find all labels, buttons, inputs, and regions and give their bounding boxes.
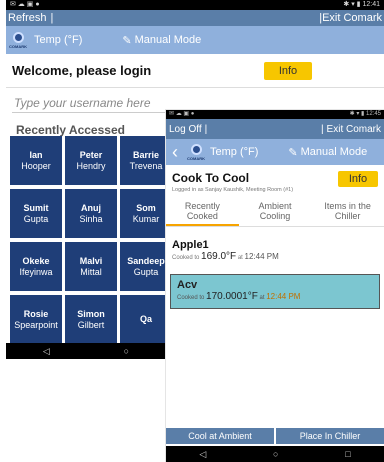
- welcome-title: Welcome, please login: [12, 63, 152, 78]
- place-in-chiller-button[interactable]: Place In Chiller: [276, 428, 384, 444]
- tab-items-in-chiller[interactable]: Items in the Chiller: [311, 199, 384, 226]
- android-nav-bar: ◁ ○: [6, 343, 166, 359]
- android-nav-bar: ◁ ○ □: [166, 446, 384, 462]
- mode-bar: ‹ COMARK Temp (°F) ✎ Manual Mode: [166, 139, 384, 165]
- tab-bar: Recently Cooked Ambient Cooling Items in t…: [166, 199, 384, 227]
- item-name: Apple1: [172, 239, 209, 251]
- user-tile[interactable]: Som Kumar: [120, 189, 172, 238]
- page-title: Cook To Cool: [172, 171, 250, 185]
- cook-to-cool-header: Cook To Cool Logged in as Sanjay Kaushik…: [166, 165, 384, 193]
- list-item-selected[interactable]: Acv Cooked to 170.0001°F at 12:44 PM: [170, 274, 380, 309]
- action-bar: Log Off | | Exit Comark: [166, 119, 384, 139]
- nav-recent-icon[interactable]: □: [345, 449, 350, 459]
- welcome-row: Welcome, please login Info: [6, 54, 384, 88]
- recent-users-grid: Ian Hooper Peter Hendry Barrie Trevena Sumi…: [10, 136, 172, 344]
- log-off-button[interactable]: Log Off: [169, 124, 202, 135]
- pencil-icon: ✎: [122, 34, 132, 47]
- comark-logo-icon: COMARK: [8, 30, 28, 50]
- info-button[interactable]: Info: [338, 171, 378, 187]
- user-tile[interactable]: Rosie Spearpoint: [10, 295, 62, 344]
- manual-mode-toggle[interactable]: Manual Mode: [301, 146, 368, 158]
- cool-at-ambient-button[interactable]: Cool at Ambient: [166, 428, 274, 444]
- user-tile[interactable]: Peter Hendry: [65, 136, 117, 185]
- exit-comark-button[interactable]: Exit Comark: [322, 12, 382, 24]
- user-tile[interactable]: Sumit Gupta: [10, 189, 62, 238]
- user-tile[interactable]: Qa: [120, 295, 172, 344]
- logged-in-text: Logged in as Sanjay Kaushik, Meeting Roo…: [172, 187, 294, 193]
- status-icons-right: ✱ ▾ ▮ 12:45: [349, 111, 381, 117]
- tab-recently-cooked[interactable]: Recently Cooked: [166, 199, 239, 226]
- refresh-button[interactable]: Refresh: [8, 12, 47, 24]
- list-item[interactable]: Apple1 Cooked to 169.0°F at 12:44 PM: [166, 235, 384, 266]
- user-tile[interactable]: Malvi Mittal: [65, 242, 117, 291]
- temp-unit-toggle[interactable]: Temp (°F): [210, 146, 258, 158]
- status-bar: ✉ ☁ ▣ ● ✱ ▾ ▮ 12:45: [166, 110, 384, 119]
- user-tile[interactable]: Ian Hooper: [10, 136, 62, 185]
- item-name: Acv: [177, 279, 198, 291]
- item-detail: Cooked to 170.0001°F at 12:44 PM: [177, 291, 301, 302]
- action-bar: Refresh | |Exit Comark: [6, 10, 384, 26]
- comark-logo-icon: COMARK: [186, 142, 206, 162]
- user-tile[interactable]: Okeke Ifeyinwa: [10, 242, 62, 291]
- user-tile[interactable]: Simon Gilbert: [65, 295, 117, 344]
- status-icons-right: ✱ ▾ ▮ 12:41: [343, 1, 380, 8]
- nav-back-icon[interactable]: ◁: [199, 449, 206, 460]
- tab-ambient-cooling[interactable]: Ambient Cooling: [239, 199, 312, 226]
- nav-home-icon[interactable]: ○: [273, 449, 278, 459]
- manual-mode-toggle[interactable]: Manual Mode: [135, 34, 202, 46]
- cook-to-cool-screen: ✉ ☁ ▣ ● ✱ ▾ ▮ 12:45 Log Off | | Exit Comar…: [166, 110, 384, 462]
- nav-home-icon[interactable]: ○: [124, 346, 129, 356]
- temp-unit-toggle[interactable]: Temp (°F): [34, 34, 82, 46]
- user-tile[interactable]: Barrie Trevena: [120, 136, 172, 185]
- info-button[interactable]: Info: [264, 61, 312, 80]
- user-tile[interactable]: Sandeep Gupta: [120, 242, 172, 291]
- status-bar: ✉ ☁ ▣ ● ✱ ▾ ▮ 12:41: [6, 0, 384, 10]
- item-detail: Cooked to 169.0°F at 12:44 PM: [172, 251, 279, 262]
- nav-back-icon[interactable]: ◁: [43, 346, 50, 357]
- mode-bar: COMARK Temp (°F) ✎ Manual Mode: [6, 26, 384, 54]
- action-buttons: Cool at Ambient Place In Chiller: [166, 428, 384, 444]
- user-tile[interactable]: Anuj Sinha: [65, 189, 117, 238]
- back-chevron-icon[interactable]: ‹: [166, 142, 184, 163]
- pencil-icon: ✎: [288, 146, 298, 159]
- exit-comark-button[interactable]: Exit Comark: [327, 124, 381, 135]
- status-icons-left: ✉ ☁ ▣ ●: [10, 1, 40, 8]
- status-icons-left: ✉ ☁ ▣ ●: [169, 111, 195, 117]
